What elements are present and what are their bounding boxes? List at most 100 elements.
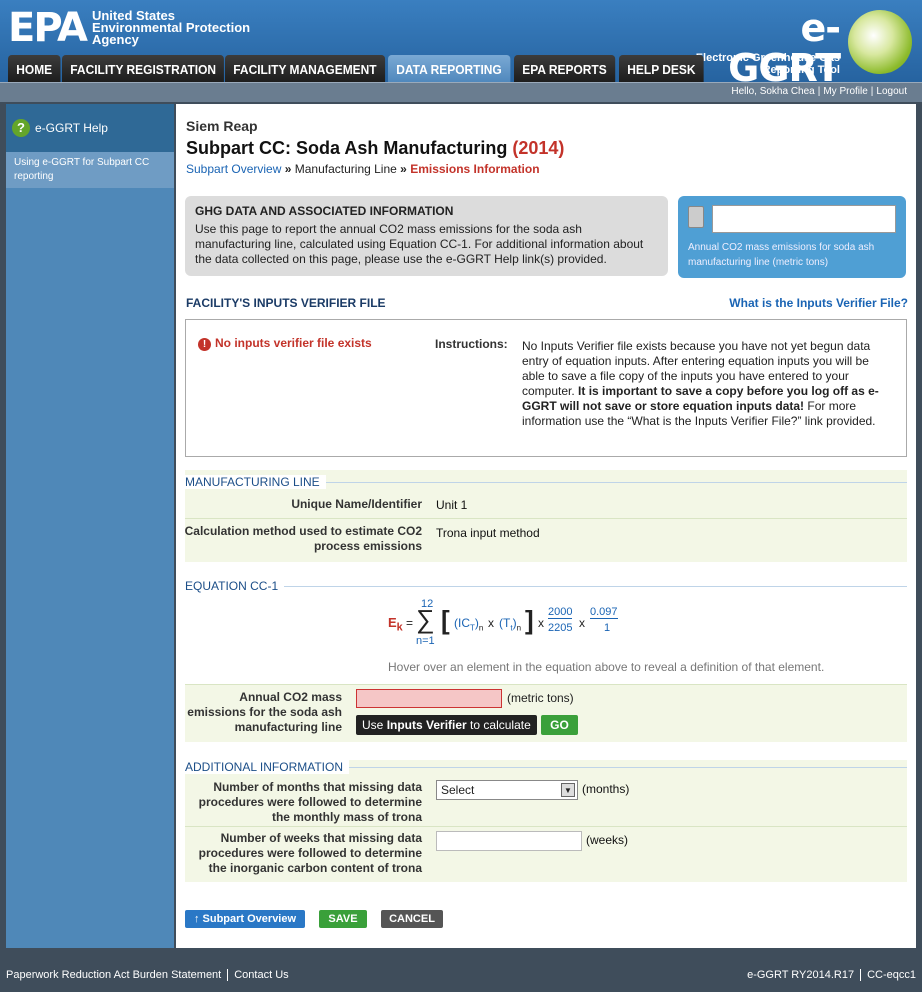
calc-method-label: Calculation method used to estimate CO2 p… — [185, 524, 422, 554]
months-unit: (months) — [582, 782, 630, 796]
weeks-input[interactable] — [436, 831, 582, 851]
inputs-verifier-prompt: Use Inputs Verifier to calculate — [356, 715, 537, 735]
eq-bracket-close: ] — [525, 605, 534, 635]
eq-ek[interactable]: Ek — [388, 615, 403, 634]
tab-facility-registration[interactable]: FACILITY REGISTRATION — [62, 55, 225, 82]
eq-frac1-num[interactable]: 2000 — [548, 606, 573, 619]
tab-help-desk[interactable]: HELP DESK — [618, 55, 704, 82]
help-link-subpart-cc[interactable]: Using e-GGRT for Subpart CC reporting — [6, 152, 174, 188]
page-title-text: Subpart CC: Soda Ash Manufacturing — [186, 138, 508, 158]
prompt-text: Use — [362, 718, 387, 732]
eq-subscript: n — [478, 623, 484, 633]
summary-label-line: manufacturing line (metric tons) — [688, 257, 829, 268]
instructions-text: No Inputs Verifier file exists because y… — [522, 339, 892, 429]
row-divider — [185, 826, 907, 827]
chevron-down-icon[interactable]: ▼ — [561, 783, 575, 797]
emissions-summary-label: Annual CO2 mass emissions for soda ash ma… — [688, 240, 874, 270]
eq-times: x — [538, 616, 544, 630]
label-line: Number of weeks that missing data — [220, 831, 422, 845]
footer: Paperwork Reduction Act Burden Statement… — [0, 952, 922, 992]
contact-us-link[interactable]: Contact Us — [234, 969, 288, 981]
tab-data-reporting[interactable]: DATA REPORTING — [388, 55, 511, 82]
prompt-text: to calculate — [466, 718, 531, 732]
tagline-line: Electronic Greenhouse Gas — [695, 52, 840, 64]
reporting-year: (2014) — [512, 138, 565, 158]
months-select[interactable]: Select ▼ — [436, 780, 578, 800]
label-line: manufacturing line — [234, 720, 342, 734]
footer-separator — [227, 969, 229, 982]
bird-logo-icon — [848, 10, 912, 74]
equation-heading: EQUATION CC-1 — [185, 579, 285, 593]
eq-times: x — [579, 616, 585, 630]
tab-home[interactable]: HOME — [8, 55, 61, 82]
subpart-overview-button[interactable]: ↑ Subpart Overview — [185, 910, 305, 928]
label-line: Number of months that missing data — [213, 780, 422, 794]
app-name: e-GGRT — [728, 6, 841, 90]
logout-link[interactable]: Logout — [876, 86, 907, 97]
eq-lower-bound[interactable]: n=1 — [416, 635, 435, 647]
emissions-summary-field — [712, 205, 896, 233]
eq-ic[interactable]: (ICT)n — [454, 616, 483, 632]
agency-line: Agency — [91, 32, 139, 47]
eggrt-logo: e-GGRT Electronic Greenhouse Gas Reportin… — [692, 8, 912, 88]
verifier-status-text: No inputs verifier file exists — [215, 336, 372, 350]
main-content: Siem Reap Subpart CC: Soda Ash Manufactu… — [176, 104, 916, 948]
epa-mark: EPA — [8, 5, 88, 51]
eq-subscript: k — [396, 621, 403, 634]
eq-symbol: E — [388, 615, 397, 630]
equation-cc1: Ek = 12 ∑ n=1 [ (ICT)n x (Tt)n ] x 2000 … — [388, 598, 648, 651]
label-line: the monthly mass of trona — [271, 810, 422, 824]
save-button[interactable]: SAVE — [319, 910, 367, 928]
verifier-status: ! No inputs verifier file exists — [198, 336, 372, 351]
main-nav: HOME FACILITY REGISTRATION FACILITY MANA… — [8, 55, 711, 82]
footer-version: e-GGRT RY2014.R17 CC-eqcc1 — [747, 969, 916, 982]
name-label: Unique Name/Identifier — [291, 497, 422, 511]
burden-statement-link[interactable]: Paperwork Reduction Act Burden Statement — [6, 969, 221, 981]
tab-facility-management[interactable]: FACILITY MANAGEMENT — [225, 55, 386, 82]
tab-epa-reports[interactable]: EPA REPORTS — [513, 55, 615, 82]
eq-frac1-den[interactable]: 2205 — [548, 622, 572, 634]
summary-label-line: Annual CO2 mass emissions for soda ash — [688, 242, 875, 253]
label-line: procedures were followed to determine — [198, 795, 422, 809]
prompt-bold: Inputs Verifier — [386, 718, 467, 732]
section-rule — [185, 586, 907, 587]
eq-times: x — [488, 616, 494, 630]
epa-logo[interactable]: EPA United States Environmental Protecti… — [8, 8, 250, 48]
eq-bracket-open: [ — [441, 605, 450, 635]
eq-sigma: ∑ — [416, 604, 435, 634]
eq-symbol: (T — [499, 616, 511, 630]
eq-frac2-den[interactable]: 1 — [604, 622, 610, 634]
page-id-text: CC-eqcc1 — [867, 969, 916, 981]
breadcrumb-subpart-overview[interactable]: Subpart Overview — [186, 162, 281, 176]
footer-separator — [860, 969, 862, 982]
user-bar: Hello, Sokha Chea | My Profile | Logout — [0, 82, 922, 102]
eq-t[interactable]: (Tt)n — [499, 616, 521, 632]
equation-hover-note: Hover over an element in the equation ab… — [388, 660, 825, 674]
cancel-button[interactable]: CANCEL — [381, 910, 443, 928]
weeks-unit: (weeks) — [586, 833, 629, 847]
help-sidebar: ? e-GGRT Help Using e-GGRT for Subpart C… — [6, 104, 174, 948]
annual-emissions-input[interactable] — [356, 689, 502, 708]
eq-frac2-num[interactable]: 0.097 — [590, 606, 618, 619]
label-line: Annual CO2 mass — [239, 690, 342, 704]
verifier-help-link[interactable]: What is the Inputs Verifier File? — [729, 296, 908, 310]
row-divider — [185, 518, 907, 519]
breadcrumb-separator: » — [284, 162, 292, 176]
help-title: e-GGRT Help — [35, 121, 108, 135]
verifier-heading: FACILITY'S INPUTS VERIFIER FILE — [186, 296, 386, 310]
go-button[interactable]: GO — [541, 715, 578, 735]
calc-method-value: Trona input method — [436, 526, 540, 540]
eq-subscript: n — [516, 623, 522, 633]
my-profile-link[interactable]: My Profile — [823, 86, 867, 97]
ghg-info-text: Use this page to report the annual CO2 m… — [195, 222, 644, 266]
select-value: Select — [441, 783, 475, 797]
emissions-summary-box: Annual CO2 mass emissions for soda ash ma… — [678, 196, 906, 278]
breadcrumb-manufacturing-line: Manufacturing Line — [294, 162, 397, 176]
help-question-icon: ? — [12, 119, 30, 137]
help-header[interactable]: ? e-GGRT Help — [6, 104, 174, 152]
label-line: process emissions — [313, 539, 422, 553]
user-links: Hello, Sokha Chea | My Profile | Logout — [731, 86, 907, 97]
label-line: Calculation method used to estimate CO2 — [184, 524, 422, 538]
months-label: Number of months that missing data proced… — [199, 780, 422, 825]
verifier-box: ! No inputs verifier file exists Instruct… — [185, 319, 907, 457]
